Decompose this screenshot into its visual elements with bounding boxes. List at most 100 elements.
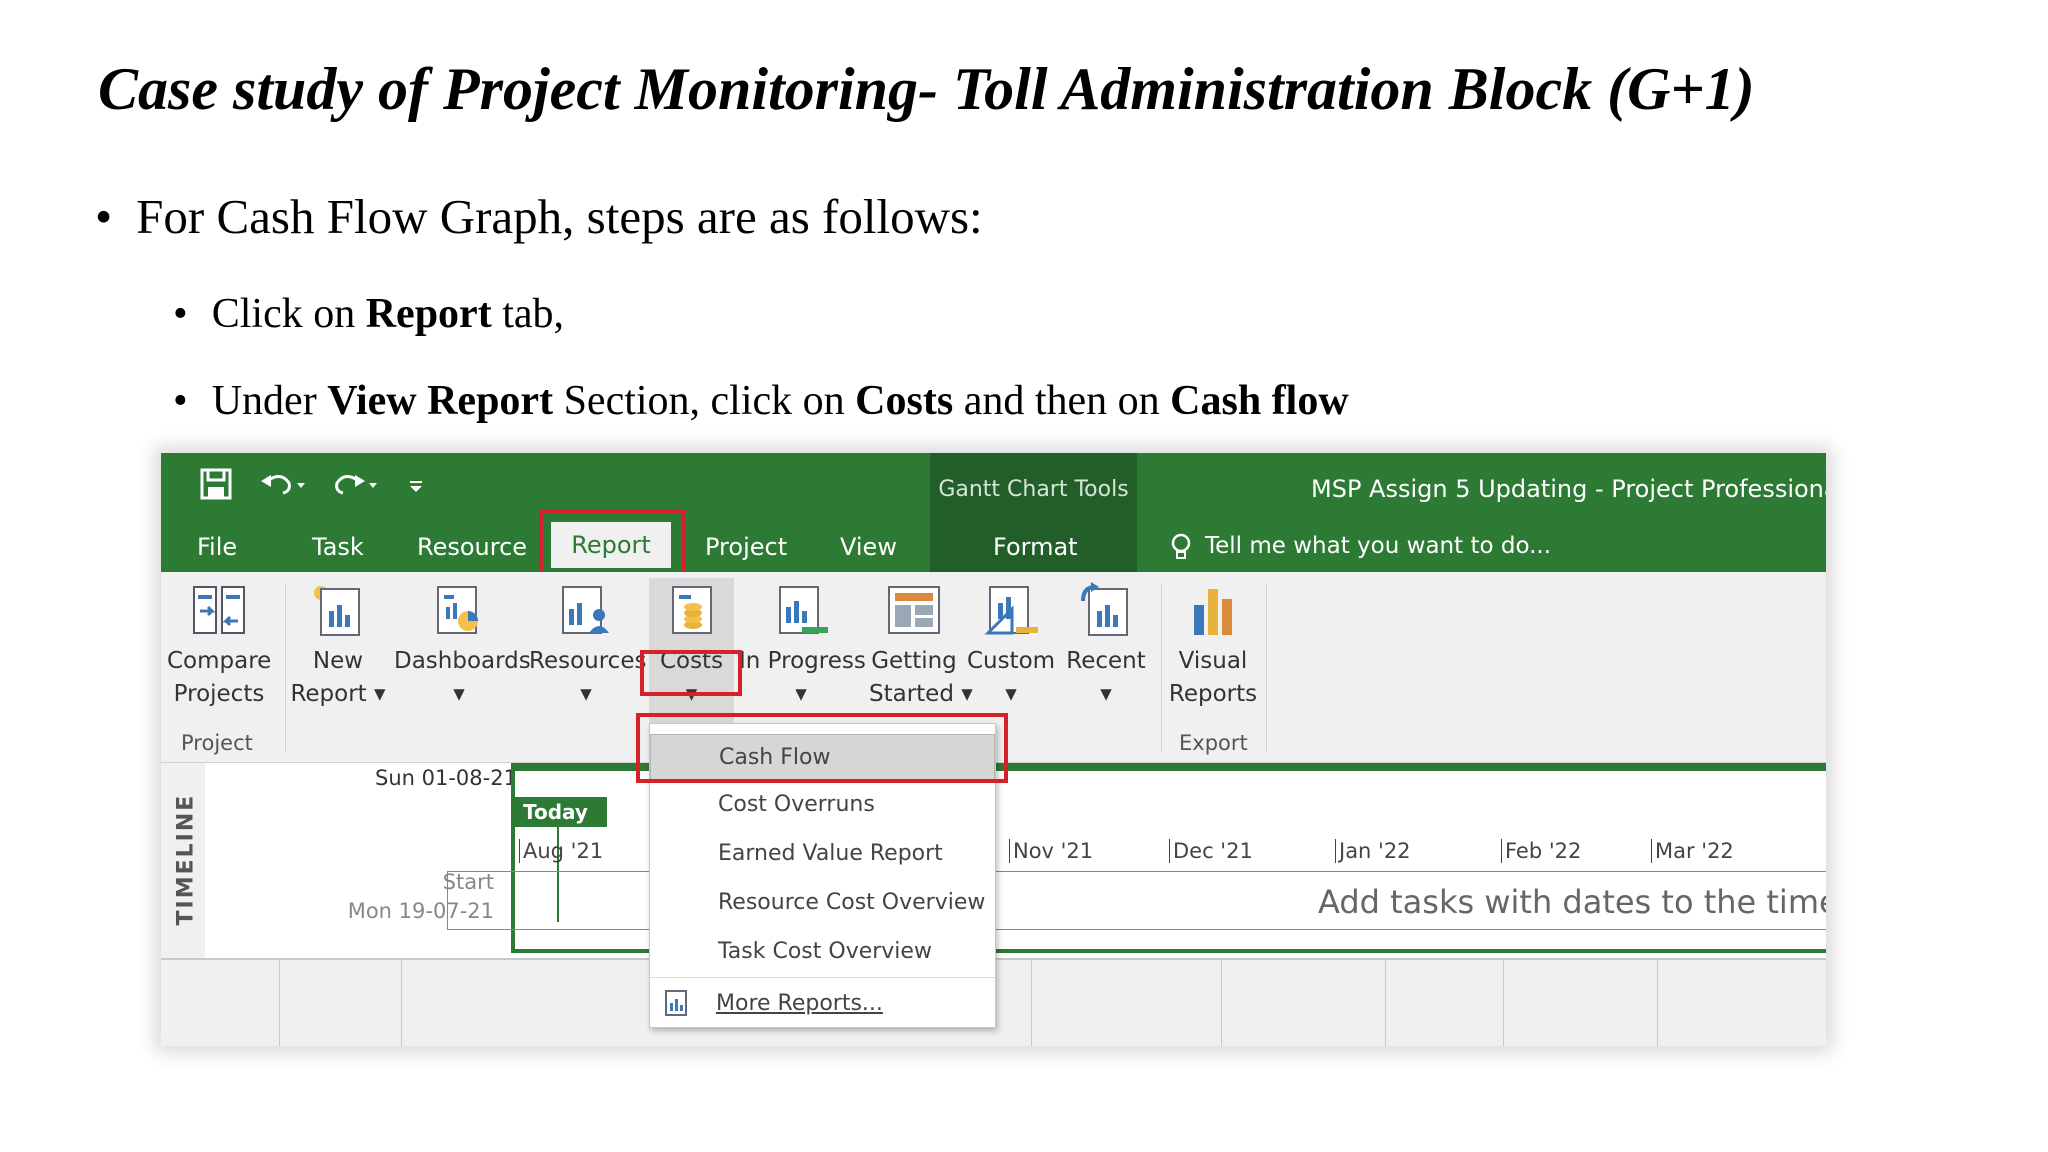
getting-started-button[interactable]: Getting Started ▾: [869, 581, 973, 711]
redo-icon[interactable]: [329, 467, 379, 509]
bullet-text: Under: [211, 378, 328, 424]
costs-icon: [663, 581, 721, 639]
month-mar-22: Mar '22: [1651, 839, 1734, 863]
tab-task[interactable]: Task: [312, 533, 364, 561]
slide-title: Case study of Project Monitoring- Toll A…: [98, 56, 1755, 122]
button-label: ▾: [1005, 681, 1017, 707]
save-icon[interactable]: [199, 467, 233, 509]
recent-button[interactable]: Recent ▾: [1061, 581, 1151, 711]
customize-toolbar-icon[interactable]: [407, 467, 427, 509]
grid-column-line: [1657, 960, 1658, 1046]
visual-reports-button[interactable]: Visual Reports: [1167, 581, 1259, 711]
menu-item-resource-cost-overview[interactable]: Resource Cost Overview: [650, 880, 995, 926]
group-separator: [285, 583, 286, 753]
menu-item-earned-value-report[interactable]: Earned Value Report: [650, 831, 995, 877]
button-label: Getting: [871, 648, 957, 674]
custom-icon: [982, 581, 1040, 639]
resources-icon: [557, 581, 615, 639]
timeline-left-border: [511, 763, 515, 953]
bullet-glyph: •: [173, 378, 188, 424]
bullet-glyph: •: [173, 291, 188, 337]
getting-started-icon: [885, 581, 943, 639]
timeline-start-bar: [447, 871, 448, 929]
cash-flow-highlight: [636, 713, 1008, 783]
bullet-bold: Costs: [855, 378, 954, 424]
grid-column-line: [1503, 960, 1504, 1046]
menu-item-task-cost-overview[interactable]: Task Cost Overview: [650, 929, 995, 975]
button-label: Custom: [966, 648, 1056, 674]
tab-resource[interactable]: Resource: [417, 533, 527, 561]
group-label-project: Project: [181, 731, 253, 755]
resources-button[interactable]: Resources ▾: [529, 581, 647, 711]
bullet-text: For Cash Flow Graph, steps are as follow…: [136, 189, 983, 244]
button-label: Recent: [1066, 648, 1146, 674]
bullet-cash-flow-steps: • For Cash Flow Graph, steps are as follo…: [95, 188, 983, 245]
bullet-view-report: • Under View Report Section, click on Cos…: [173, 377, 1349, 425]
menu-separator: [650, 977, 995, 978]
menu-item-cost-overruns[interactable]: Cost Overruns: [650, 782, 995, 828]
group-separator: [1266, 583, 1267, 753]
bullet-bold: Report: [365, 291, 492, 337]
tab-file[interactable]: File: [197, 533, 237, 561]
button-label: Reports: [1168, 681, 1258, 707]
grid-column-line: [401, 960, 402, 1046]
bullet-text: and then on: [953, 378, 1171, 424]
month-jan-22: Jan '22: [1335, 839, 1411, 863]
grid-column-line: [279, 960, 280, 1046]
group-label-export: Export: [1179, 731, 1248, 755]
in-progress-icon: [772, 581, 830, 639]
visual-reports-icon: [1184, 581, 1242, 639]
gantt-chart-tools-label: Gantt Chart Tools: [938, 477, 1129, 502]
button-label: ▾: [580, 681, 592, 707]
bullet-bold: View Report: [327, 378, 554, 424]
grid-column-line: [1385, 960, 1386, 1046]
timeline-label: TIMELINE: [173, 793, 199, 926]
compare-projects-button[interactable]: Compare Projects: [167, 581, 271, 711]
tab-format[interactable]: Format: [993, 533, 1078, 561]
button-label: Dashboards: [394, 648, 531, 674]
today-marker: Today: [515, 797, 607, 827]
button-label: Resources: [529, 648, 647, 674]
lightbulb-icon: [1167, 531, 1195, 569]
bullet-text: tab,: [491, 291, 564, 337]
button-label: Started ▾: [869, 681, 973, 707]
button-label: In Progress: [739, 648, 866, 674]
tab-project[interactable]: Project: [705, 533, 787, 561]
grid-column-line: [1221, 960, 1222, 1046]
button-label: Visual: [1178, 648, 1248, 674]
button-label: Report ▾: [290, 681, 386, 707]
month-dec-21: Dec '21: [1169, 839, 1253, 863]
group-separator: [1161, 583, 1162, 753]
button-label: New: [312, 648, 364, 674]
in-progress-button[interactable]: In Progress ▾: [739, 581, 866, 711]
tell-me-search[interactable]: Tell me what you want to do...: [1205, 533, 1551, 559]
undo-icon[interactable]: [257, 467, 307, 509]
current-date: Sun 01-08-21: [375, 766, 517, 790]
button-label: ▾: [453, 681, 465, 707]
report-tab-highlight: [539, 509, 685, 579]
bullet-click-report: • Click on Report tab,: [173, 290, 564, 338]
bullet-glyph: •: [95, 189, 113, 244]
button-label: Projects: [173, 681, 265, 707]
button-label: ▾: [1100, 681, 1112, 707]
dashboards-button[interactable]: Dashboards ▾: [394, 581, 531, 711]
compare-projects-icon: [190, 581, 248, 639]
app-title: MSP Assign 5 Updating - Project Professi…: [1311, 475, 1826, 503]
timeline-placeholder: Add tasks with dates to the timelin: [1318, 883, 1826, 921]
tab-view[interactable]: View: [840, 533, 897, 561]
new-report-button[interactable]: New Report ▾: [287, 581, 389, 711]
month-nov-21: Nov '21: [1009, 839, 1093, 863]
dashboards-icon: [430, 581, 488, 639]
bullet-text: Section, click on: [553, 378, 856, 424]
start-label: Start: [442, 870, 494, 894]
ms-project-screenshot: Gantt Chart Tools MSP Assign 5 Updating …: [161, 453, 1826, 1046]
button-label: ▾: [795, 681, 807, 707]
menu-item-more-reports[interactable]: More Reports...: [650, 981, 995, 1027]
bullet-bold: Cash flow: [1170, 378, 1349, 424]
grid-column-line: [1031, 960, 1032, 1046]
custom-button[interactable]: Custom ▾: [965, 581, 1057, 711]
button-label: Compare: [167, 648, 272, 674]
bullet-text: Click on: [211, 291, 366, 337]
start-date: Mon 19-07-21: [347, 899, 494, 923]
recent-icon: [1077, 581, 1135, 639]
